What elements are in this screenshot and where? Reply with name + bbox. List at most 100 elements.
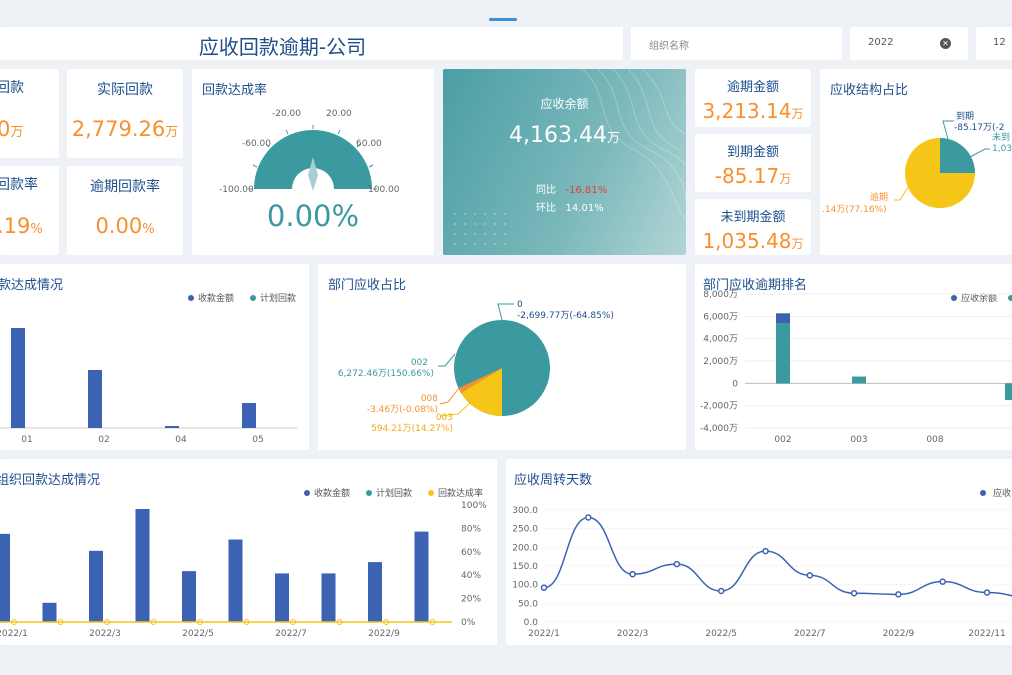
x-tick-label: 008 bbox=[926, 435, 943, 445]
bar-overdue bbox=[1005, 383, 1012, 401]
dept-pie-label: 0 bbox=[517, 300, 523, 310]
kpi-value: .19% bbox=[0, 214, 43, 238]
dept-pie-label: -2,699.77万(-64.85%) bbox=[517, 311, 614, 321]
gauge-tick: -60.00 bbox=[242, 139, 271, 149]
legend-marker bbox=[188, 295, 194, 301]
y2-tick-label: 0% bbox=[461, 618, 476, 628]
structure-pie-chart: 到期 -85.17万(-2 未到 1,03 逾期 .14万(77.16%) bbox=[822, 110, 1012, 215]
org-chart-card: 组织回款达成情况 回款达成率 计划回款 收款金额 100% 80% 60% 40% 20% 0%… bbox=[0, 459, 497, 645]
line-point bbox=[673, 560, 681, 568]
y-tick-label: 0 bbox=[732, 379, 738, 389]
y-tick-label: 2,000万 bbox=[703, 357, 738, 367]
overdue-value: 3,213.14万 bbox=[702, 99, 804, 123]
line-point bbox=[939, 578, 946, 585]
kpi-card-collection-rate: 回款率 .19% bbox=[0, 166, 59, 255]
x-tick-label: 02 bbox=[98, 435, 109, 445]
due-label: 到期金额 bbox=[726, 145, 779, 160]
line-point bbox=[585, 514, 592, 521]
due-amount-card: 到期金额 -85.17万 bbox=[695, 134, 811, 192]
page-title: 应收回款逾期-公司 bbox=[198, 35, 367, 59]
x-tick-label: 2022/7 bbox=[275, 629, 307, 639]
kpi-label: 实际回款 bbox=[97, 82, 153, 98]
x-tick-label: 2022/1 bbox=[528, 629, 560, 639]
kpi-card-actual-collection: 实际回款 2,779.26万 bbox=[67, 69, 183, 158]
y-tick-label: 4,000万 bbox=[703, 335, 738, 345]
bar-collection bbox=[42, 602, 57, 622]
dept-pie-label: -3.46万(-0.08%) bbox=[367, 405, 438, 415]
month-select[interactable]: 12 bbox=[976, 27, 1012, 60]
bar-collection bbox=[0, 533, 10, 622]
mom-row: 环比 14.01% bbox=[536, 203, 604, 214]
dept-pie-label: 008 bbox=[421, 394, 438, 404]
turnover-line bbox=[543, 516, 1012, 597]
y2-tick-label: 40% bbox=[461, 571, 481, 581]
legend-label: 计划回款 bbox=[376, 487, 412, 499]
legend-label: 收款金额 bbox=[198, 292, 234, 304]
x-tick-label: 2022/3 bbox=[89, 629, 121, 639]
kpi-value: 2,779.26万 bbox=[71, 117, 179, 141]
dept-pie-card: 部门应收占比 0 -2,699.77万(-64.85%) 002 6,272.4… bbox=[318, 264, 686, 450]
dept-pie-label: 6,272.46万(150.66%) bbox=[338, 369, 434, 379]
year-select[interactable]: 2022 ✕ bbox=[850, 27, 968, 60]
title-bar: 应收回款逾期-公司 bbox=[0, 27, 623, 60]
bar-collection bbox=[275, 573, 289, 622]
gauge-tick: -20.00 bbox=[272, 109, 301, 119]
x-tick-label: 2022/5 bbox=[182, 629, 214, 639]
kpi-label: 逾期回款率 bbox=[90, 179, 160, 195]
bar-collection bbox=[165, 426, 179, 428]
bar-collection bbox=[135, 509, 150, 622]
turnover-chart-card: 应收周转天数 应收 300.0 250.0 200.0 150.0 100.0 50.0 0.… bbox=[506, 459, 1012, 645]
x-tick-label: 2022/1 bbox=[0, 629, 28, 639]
legend-marker bbox=[1008, 295, 1012, 301]
dept-pie-label: 003 bbox=[436, 413, 453, 423]
line-point bbox=[806, 572, 814, 579]
bar-overdue bbox=[852, 376, 866, 384]
dept-pie-label: 002 bbox=[411, 358, 428, 368]
gauge-tick: 60.00 bbox=[356, 139, 382, 149]
legend-marker bbox=[250, 295, 256, 301]
pie-slice-notdue bbox=[940, 138, 975, 173]
bar-collection bbox=[89, 550, 103, 622]
gauge-card: 回款达成率 -100.00 -60.00 -20.00 20.00 60.00 … bbox=[192, 69, 434, 255]
x-tick-label: 2022/3 bbox=[617, 629, 649, 639]
legend-marker bbox=[366, 490, 372, 496]
legend-label: 收款金额 bbox=[314, 487, 350, 499]
y-tick-label: 200.0 bbox=[512, 543, 538, 553]
org-name-placeholder: 组织名称 bbox=[649, 41, 689, 52]
y-tick-label: -2,000万 bbox=[700, 402, 738, 412]
kpi-value: 0.00% bbox=[95, 214, 155, 238]
overdue-amount-card: 逾期金额 3,213.14万 bbox=[695, 69, 811, 127]
kpi-card-overdue-rate: 逾期回款率 0.00% bbox=[67, 166, 183, 255]
bar-collection bbox=[321, 573, 336, 622]
collection-chart-card: 款达成情况 计划回款 收款金额 01 02 04 05 bbox=[0, 264, 309, 450]
year-value: 2022 bbox=[868, 37, 894, 48]
yoy-row: 同比 -16.81% bbox=[536, 185, 608, 196]
pie-label: 1,03 bbox=[992, 144, 1012, 154]
x-tick-label: 2022/5 bbox=[705, 629, 737, 639]
pie-label: -85.17万(-2 bbox=[954, 123, 1005, 133]
clear-icon[interactable]: ✕ bbox=[940, 38, 951, 49]
kpi-label: 回款率 bbox=[0, 177, 38, 193]
gauge-chart: -100.00 -60.00 -20.00 20.00 60.00 100.00… bbox=[219, 109, 400, 233]
bar-collection bbox=[88, 370, 102, 428]
dept-rank-card: 部门应收逾期排名 应收余额 8,000万 6,000万 4,000万 2,000万 0 -2… bbox=[695, 264, 1012, 450]
notdue-value: 1,035.48万 bbox=[702, 229, 804, 253]
dept-pie-chart: 0 -2,699.77万(-64.85%) 002 6,272.46万(150.… bbox=[338, 300, 614, 434]
turnover-line-chart: 应收300.0250.0200.0150.0100.050.00.02022/1… bbox=[512, 487, 1012, 639]
notdue-amount-card: 未到期金额 1,035.48万 bbox=[695, 199, 811, 255]
x-tick-label: 05 bbox=[252, 435, 263, 445]
org-name-select[interactable]: 组织名称 bbox=[631, 27, 842, 60]
pie-label: .14万(77.16%) bbox=[822, 205, 887, 215]
org-bar-chart: 回款达成率 计划回款 收款金额 100% 80% 60% 40% 20% 0% 2022/1 202… bbox=[0, 487, 487, 639]
kpi-card-collection: 回款 0万 bbox=[0, 69, 59, 158]
collection-bar-chart: 计划回款 收款金额 01 02 04 05 bbox=[0, 292, 297, 445]
due-value: -85.17万 bbox=[714, 164, 792, 188]
line-point bbox=[850, 590, 858, 597]
y-tick-label: 100.0 bbox=[512, 581, 538, 591]
bar-collection bbox=[11, 328, 25, 428]
y-tick-label: 8,000万 bbox=[703, 290, 738, 300]
x-tick-label: 2022/9 bbox=[883, 629, 915, 639]
bar-collection bbox=[228, 539, 243, 622]
y2-tick-label: 20% bbox=[461, 595, 481, 605]
legend-marker bbox=[951, 295, 957, 301]
